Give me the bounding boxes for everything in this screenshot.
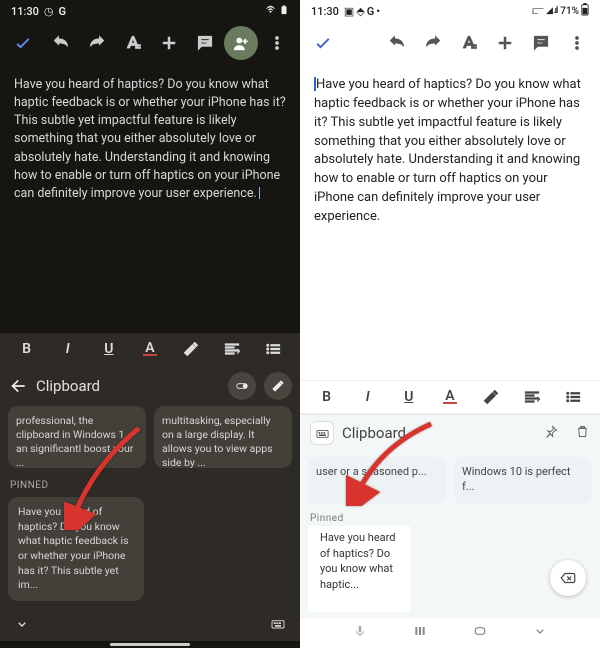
- redo-button[interactable]: [80, 26, 114, 60]
- status-time: 11:30: [11, 5, 39, 18]
- status-i2: ⬘: [356, 5, 364, 18]
- italic-button[interactable]: I: [53, 335, 83, 363]
- italic-button[interactable]: I: [353, 383, 383, 411]
- text-format-button[interactable]: [116, 26, 150, 60]
- keyboard-bottom: [0, 611, 300, 641]
- pin-icon[interactable]: [544, 424, 559, 443]
- pinned-area: Have you heard of haptics? Do you know w…: [0, 495, 300, 611]
- delete-icon[interactable]: [575, 424, 590, 443]
- comment-button[interactable]: [524, 26, 558, 60]
- comment-button[interactable]: [188, 26, 222, 60]
- text-format-button[interactable]: [452, 26, 486, 60]
- left-phone: 11:30 ◷ G Have you heard of haptics? Do …: [0, 0, 300, 648]
- status-bar: 11:30 ◷ G: [0, 0, 300, 22]
- clipboard-header: Clipboard: [300, 414, 600, 451]
- clip-card[interactable]: Windows 10 is perfect f...: [454, 457, 592, 505]
- text-cursor: [259, 187, 260, 199]
- editor-toolbar: [0, 22, 300, 64]
- more-button[interactable]: [560, 26, 594, 60]
- list-button[interactable]: [258, 335, 288, 363]
- battery-icon: [581, 3, 589, 19]
- align-button[interactable]: [517, 383, 547, 411]
- status-time: 11:30: [311, 5, 339, 18]
- wifi-icon: [264, 3, 277, 19]
- underline-button[interactable]: U: [394, 383, 424, 411]
- underline-button[interactable]: U: [94, 335, 124, 363]
- signal-icon: ◢ .ıl: [546, 6, 557, 16]
- status-i1: ▣: [344, 5, 354, 18]
- more-button[interactable]: [260, 26, 294, 60]
- gesture-bar: [110, 643, 190, 646]
- mic-icon[interactable]: [352, 623, 368, 643]
- text-color-button[interactable]: A: [435, 383, 465, 411]
- document-body[interactable]: Have you heard of haptics? Do you know w…: [0, 64, 300, 213]
- status-g-icon: G: [59, 5, 67, 18]
- pinned-clip[interactable]: Have you heard of haptics? Do you know w…: [8, 497, 144, 601]
- editor-toolbar: [300, 22, 600, 64]
- home-button[interactable]: [472, 623, 488, 643]
- clipboard-title: Clipboard: [36, 377, 220, 395]
- keyboard-icon[interactable]: [310, 421, 334, 445]
- text-color-button[interactable]: A: [135, 335, 165, 363]
- status-clock-icon: ◷: [44, 5, 54, 18]
- clipboard-title: Clipboard: [342, 424, 536, 442]
- insert-button[interactable]: [488, 26, 522, 60]
- highlight-button[interactable]: [176, 335, 206, 363]
- clipboard-toggle[interactable]: [228, 372, 256, 400]
- pinned-clip[interactable]: Have you heard of haptics? Do you know w…: [308, 526, 410, 612]
- done-button[interactable]: [6, 26, 40, 60]
- battery-pct: 71%: [560, 6, 579, 17]
- keyboard-icon[interactable]: [270, 616, 286, 636]
- clipboard-area: user or a seasoned p... Windows 10 is pe…: [300, 451, 600, 618]
- nfc-icon: ⫍: [532, 4, 544, 18]
- status-dot: •: [376, 5, 380, 18]
- bold-button[interactable]: B: [312, 383, 342, 411]
- right-phone: 11:30 ▣ ⬘ G • ⫍ ◢ .ıl 71% Have you heard…: [300, 0, 600, 648]
- align-button[interactable]: [217, 335, 247, 363]
- share-button[interactable]: [224, 26, 258, 60]
- list-button[interactable]: [558, 383, 588, 411]
- recents-button[interactable]: [412, 623, 428, 643]
- backspace-fab[interactable]: [550, 560, 586, 596]
- system-nav: [300, 618, 600, 648]
- status-bar: 11:30 ▣ ⬘ G • ⫍ ◢ .ıl 71%: [300, 0, 600, 22]
- format-bar: B I U A: [300, 380, 600, 414]
- clipboard-recent: professional, the clipboard in Windows 1…: [0, 406, 300, 476]
- bold-button[interactable]: B: [12, 335, 42, 363]
- highlight-button[interactable]: [476, 383, 506, 411]
- pinned-label: PINNED: [0, 476, 300, 495]
- clip-card[interactable]: professional, the clipboard in Windows 1…: [8, 406, 146, 468]
- battery-icon: [279, 3, 289, 20]
- undo-button[interactable]: [44, 26, 78, 60]
- undo-button[interactable]: [380, 26, 414, 60]
- status-g-icon: G: [367, 5, 375, 18]
- clip-card[interactable]: multitasking, especially on a large disp…: [154, 406, 292, 468]
- done-button[interactable]: [306, 26, 340, 60]
- collapse-icon[interactable]: [14, 616, 30, 636]
- back-icon[interactable]: [8, 376, 28, 396]
- pinned-label: Pinned: [308, 511, 592, 526]
- redo-button[interactable]: [416, 26, 450, 60]
- back-button[interactable]: [532, 623, 548, 643]
- format-bar: B I U A: [0, 332, 300, 366]
- document-body[interactable]: Have you heard of haptics? Do you know w…: [300, 64, 600, 237]
- clipboard-recent: user or a seasoned p... Windows 10 is pe…: [308, 457, 592, 511]
- insert-button[interactable]: [152, 26, 186, 60]
- clipboard-edit[interactable]: [264, 372, 292, 400]
- clipboard-header: Clipboard: [0, 366, 300, 406]
- clip-card[interactable]: user or a seasoned p...: [308, 457, 446, 505]
